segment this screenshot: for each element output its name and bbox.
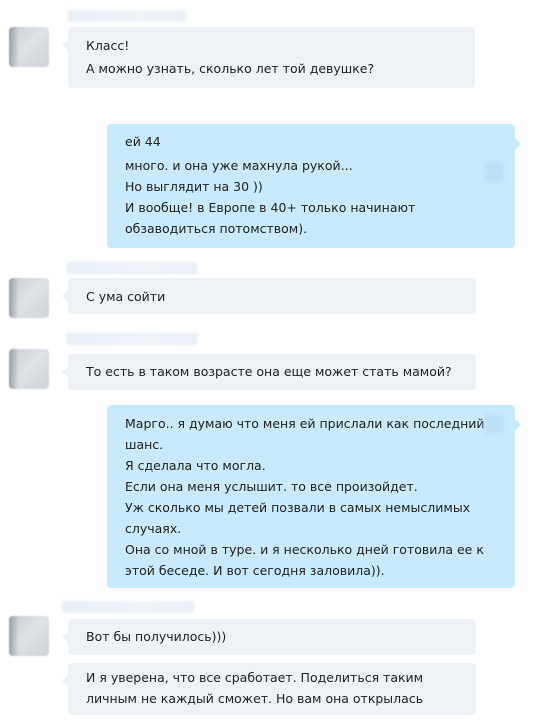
message-text: много. и она уже махнула рукой... — [125, 158, 353, 173]
message-bubble-incoming: Класс! А можно узнать, сколько лет той д… — [62, 27, 475, 88]
message-text: Если она меня услышит. то все произойдет… — [125, 479, 418, 494]
message-text: С ума сойти — [86, 289, 166, 304]
message-text: этой беседе. И вот сегодня заловила)). — [125, 563, 385, 578]
message-text: Класс! — [86, 38, 130, 53]
sender-name-redacted — [66, 333, 198, 345]
message-text: А можно узнать, сколько лет той девушке? — [86, 61, 375, 76]
message-text: То есть в таком возрасте она еще может с… — [86, 364, 452, 379]
message-text: Марго.. я думаю что меня ей прислали как… — [125, 416, 485, 431]
message-bubble-incoming: И я уверена, что все сработает. Поделить… — [62, 663, 476, 715]
sender-name-redacted — [66, 262, 198, 274]
message-text: Я сделала что могла. — [125, 458, 266, 473]
message-text: Она со мной в туре. и я несколько дней г… — [125, 542, 484, 557]
message-bubble-incoming: То есть в таком возрасте она еще может с… — [62, 354, 476, 390]
message-text: случаях. — [125, 521, 182, 536]
message-bubble-outgoing: Марго.. я думаю что меня ей прислали как… — [107, 405, 521, 588]
message-text: Но выглядит на 30 )) — [125, 179, 263, 194]
sender-avatar[interactable] — [9, 616, 49, 656]
message-text: обзаводиться потомством). — [125, 221, 308, 236]
message-bubble-incoming: Вот бы получилось))) — [62, 619, 476, 655]
sender-name-redacted — [62, 601, 194, 613]
message-status-icon — [484, 162, 504, 182]
message-text: шанс. — [125, 437, 164, 452]
sender-avatar[interactable] — [9, 27, 49, 67]
message-status-icon — [484, 414, 504, 434]
message-text: И вообще! в Европе в 40+ только начинают — [125, 200, 416, 215]
message-text: Вот бы получилось))) — [86, 629, 227, 644]
message-text: личным не каждый сможет. Но вам она откр… — [86, 691, 424, 706]
message-bubble-outgoing: ей 44 много. и она уже махнула рукой... … — [107, 124, 521, 248]
message-text: И я уверена, что все сработает. Поделить… — [86, 670, 424, 685]
message-text: Уж сколько мы детей позвали в самых немы… — [125, 500, 471, 515]
sender-avatar[interactable] — [9, 278, 49, 318]
sender-name-redacted — [68, 10, 186, 22]
message-text: ей 44 — [125, 134, 161, 149]
message-bubble-incoming: С ума сойти — [62, 278, 476, 314]
sender-avatar[interactable] — [9, 349, 49, 389]
